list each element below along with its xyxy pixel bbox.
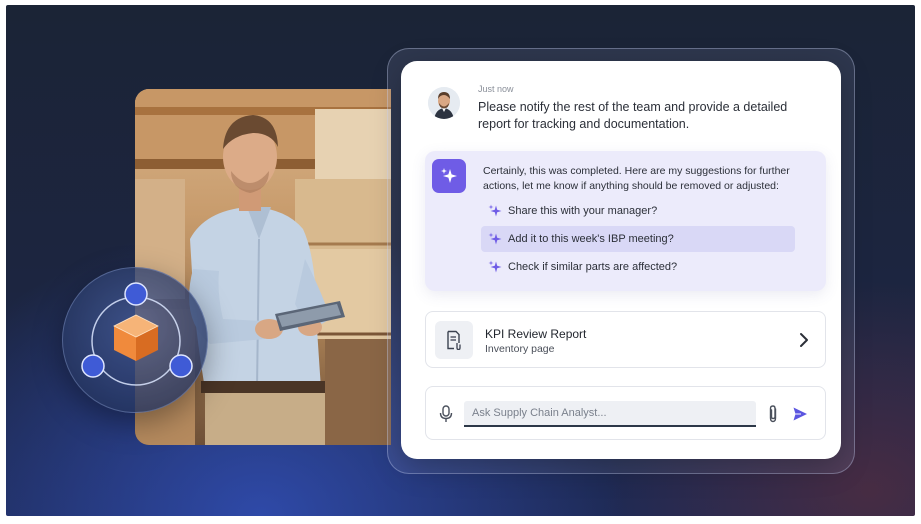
sparkle-icon <box>441 168 457 183</box>
suggestion-check-similar-parts[interactable]: Check if similar parts are affected? <box>481 254 795 280</box>
user-message: Please notify the rest of the team and p… <box>478 100 788 131</box>
message-timestamp: Just now <box>478 84 514 94</box>
cube-icon <box>113 314 159 361</box>
ai-sparkle-badge <box>432 159 466 193</box>
suggestion-add-to-ibp-meeting[interactable]: Add it to this week's IBP meeting? <box>481 226 795 252</box>
suggestion-label: Check if similar parts are affected? <box>508 261 678 273</box>
hero-background: Just now Please notify the rest of the t… <box>6 5 915 516</box>
assistant-chat-card: Just now Please notify the rest of the t… <box>401 61 841 459</box>
kpi-report-link-card[interactable]: KPI Review Report Inventory page <box>425 311 826 368</box>
kpi-report-title: KPI Review Report <box>485 327 587 341</box>
suggestion-share-with-manager[interactable]: Share this with your manager? <box>481 198 795 224</box>
send-icon[interactable] <box>792 406 808 422</box>
sparkle-icon <box>488 232 502 245</box>
suggestion-label: Share this with your manager? <box>508 205 658 217</box>
user-avatar <box>428 87 460 119</box>
microphone-icon[interactable] <box>438 405 454 423</box>
chevron-right-icon <box>800 333 808 347</box>
chat-input[interactable] <box>464 401 756 427</box>
sparkle-icon <box>488 260 502 273</box>
message-composer <box>425 386 826 440</box>
ai-suggestions-panel: Certainly, this was completed. Here are … <box>425 151 826 291</box>
suggestion-label: Add it to this week's IBP meeting? <box>508 233 674 245</box>
document-icon <box>435 321 473 359</box>
sparkle-icon <box>488 204 502 217</box>
ai-message: Certainly, this was completed. Here are … <box>483 165 790 192</box>
kpi-report-subtitle: Inventory page <box>485 343 555 355</box>
paperclip-icon[interactable] <box>766 404 780 424</box>
